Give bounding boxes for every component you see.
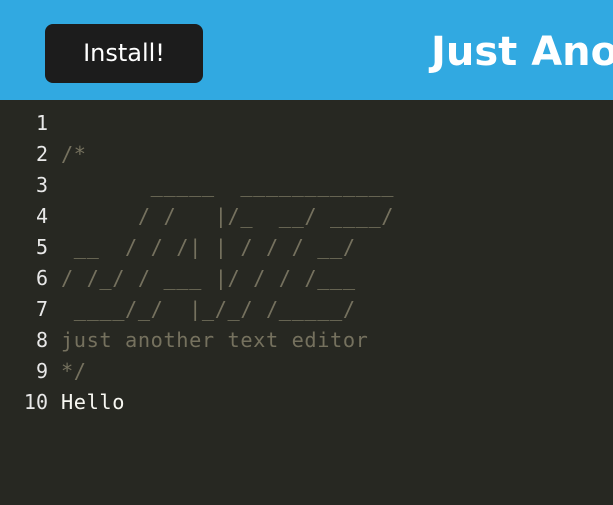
line-number: 3	[35, 173, 48, 197]
comment-line[interactable]: just another text editor	[61, 325, 613, 356]
code-editor[interactable]: 1 2 3 4 5 6 7 8 9 10 /* _____ ____________ / / |/…	[0, 100, 613, 505]
code-line[interactable]: Hello	[61, 387, 613, 418]
install-button[interactable]: Install!	[45, 24, 203, 83]
comment-line[interactable]: __ / / /| | / / / __/	[61, 232, 613, 263]
app-title: Just Another Text Editor	[431, 29, 613, 75]
comment-line[interactable]: / / |/_ __/ ____/	[61, 201, 613, 232]
app-header: Install! Just Another Text Editor	[0, 0, 613, 100]
line-number: 4	[35, 204, 48, 228]
line-number: 2	[35, 142, 48, 166]
code-line[interactable]	[61, 108, 613, 139]
line-number-gutter: 1 2 3 4 5 6 7 8 9 10	[0, 108, 52, 418]
line-number: 6	[35, 266, 48, 290]
line-number: 1	[35, 111, 48, 135]
comment-line[interactable]: _____ ____________	[61, 170, 613, 201]
line-number: 10	[23, 390, 48, 414]
line-number: 5	[35, 235, 48, 259]
code-content[interactable]: /* _____ ____________ / / |/_ __/ ____/ …	[61, 108, 613, 418]
comment-line[interactable]: */	[61, 356, 613, 387]
comment-line[interactable]: / /_/ / ___ |/ / / /___	[61, 263, 613, 294]
comment-line[interactable]: /*	[61, 139, 613, 170]
line-number: 9	[35, 359, 48, 383]
comment-line[interactable]: ____/_/ |_/_/ /_____/	[61, 294, 613, 325]
line-number: 7	[35, 297, 48, 321]
line-number: 8	[35, 328, 48, 352]
